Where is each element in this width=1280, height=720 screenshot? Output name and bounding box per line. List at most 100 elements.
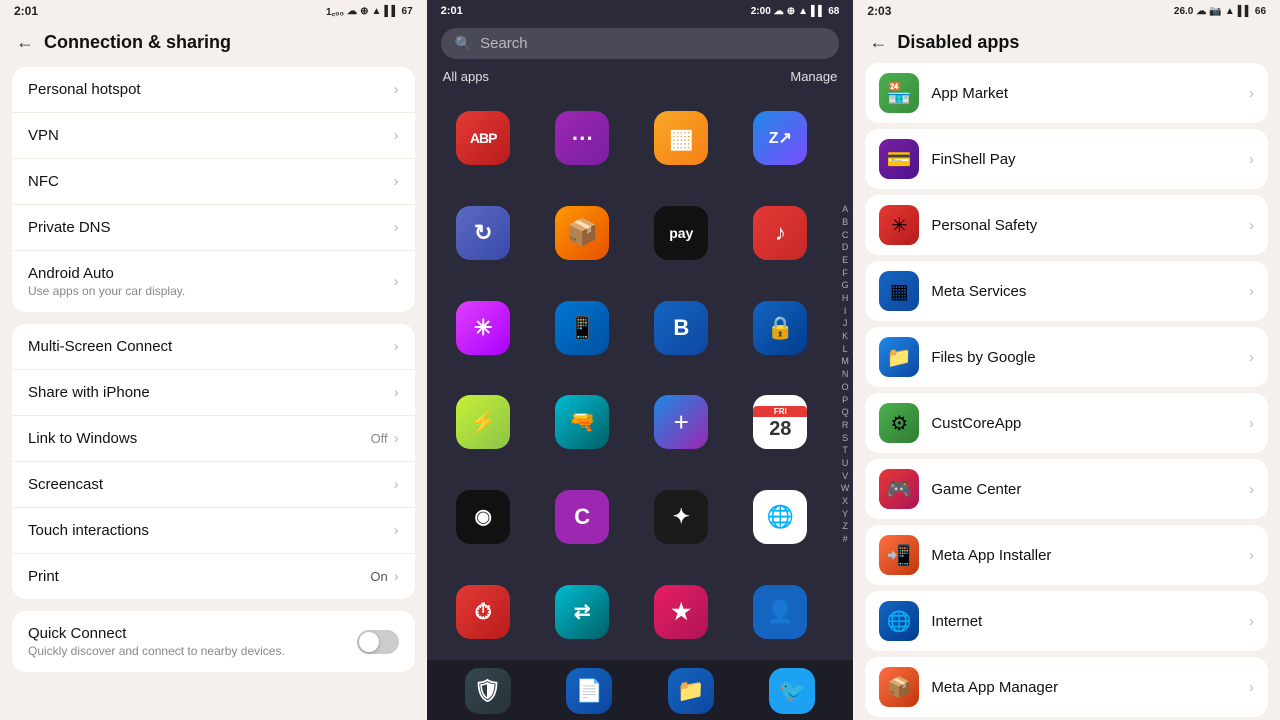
chevron-icon: › — [1249, 217, 1254, 234]
list-item[interactable]: 👤 — [734, 567, 827, 656]
setting-link-to-windows[interactable]: Link to Windows Off › — [12, 416, 415, 462]
alpha-index-sidebar[interactable]: A B C D E F G H I J K L M N O P Q R S T … — [837, 90, 854, 660]
status-icons-1: 1꜀₀₀ ☁ ⊕ ▲ ▌▌ 67 — [326, 4, 413, 18]
app-icon-pay: pay — [654, 206, 708, 260]
setting-share-iphone[interactable]: Share with iPhone › — [12, 370, 415, 416]
disabled-apps-list: 🏪 App Market › 💳 FinShell Pay › ✳ Person… — [853, 63, 1280, 720]
app-icon-internet: 🌐 — [879, 601, 919, 641]
app-icon-files: ⇄ — [555, 585, 609, 639]
chevron-icon: › — [1249, 547, 1254, 564]
chevron-icon: › — [1249, 679, 1254, 696]
disabled-app-files[interactable]: 📁 Files by Google › — [865, 327, 1268, 387]
setting-private-dns[interactable]: Private DNS › — [12, 205, 415, 251]
chevron-icon: › — [394, 219, 399, 236]
list-item[interactable]: ⇄ — [536, 567, 629, 656]
app-icon-chatgpt: ✦ — [654, 490, 708, 544]
disabled-apps-panel: 2:03 26.0 ☁ 📷 ▲ ▌▌ 66 ← Disabled apps 🏪 … — [853, 0, 1280, 720]
list-item[interactable]: ↻ — [437, 189, 530, 278]
app-icon-canva: C — [555, 490, 609, 544]
time-2: 2:01 — [441, 5, 463, 17]
list-item[interactable]: ⏱ — [437, 567, 530, 656]
list-item[interactable]: ABP — [437, 94, 530, 183]
disabled-app-appmarket[interactable]: 🏪 App Market › — [865, 63, 1268, 123]
list-item[interactable]: B — [635, 283, 728, 372]
all-apps-panel: 2:01 2:00 ☁ ⊕ ▲ ▌▌ 68 🔍 Search All apps … — [427, 0, 854, 720]
chevron-icon: › — [394, 81, 399, 98]
setting-quick-connect[interactable]: Quick Connect Quickly discover and conne… — [12, 611, 415, 672]
list-item[interactable]: ⚡ — [437, 378, 530, 467]
list-item[interactable]: 📁 — [668, 668, 714, 714]
chevron-icon: › — [1249, 151, 1254, 168]
list-item[interactable]: ◉ — [437, 473, 530, 562]
list-item[interactable]: C — [536, 473, 629, 562]
manage-button[interactable]: Manage — [790, 69, 837, 84]
chevron-icon: › — [1249, 283, 1254, 300]
list-item[interactable]: 🔒 — [734, 283, 827, 372]
setting-android-auto[interactable]: Android Auto Use apps on your car displa… — [12, 251, 415, 312]
list-item[interactable]: 📱 — [536, 283, 629, 372]
app-icon-appmarket: 🏪 — [879, 73, 919, 113]
app-icon-music: ♪ — [753, 206, 807, 260]
list-item[interactable]: 🌐 — [734, 473, 827, 562]
disabled-app-meta-services[interactable]: ▦ Meta Services › — [865, 261, 1268, 321]
quick-connect-toggle[interactable] — [357, 630, 399, 654]
app-icon-metainstaller: 📲 — [879, 535, 919, 575]
apps-grid-container: ABP ⋯ ▦ Z↗ ↻ 📦 pay ♪ — [427, 90, 854, 660]
setting-multiscreen[interactable]: Multi-Screen Connect › — [12, 324, 415, 370]
setting-vpn[interactable]: VPN › — [12, 113, 415, 159]
app-icon-camera: ◉ — [456, 490, 510, 544]
list-item[interactable]: 🐦 — [769, 668, 815, 714]
disabled-app-gamecenter[interactable]: 🎮 Game Center › — [865, 459, 1268, 519]
disabled-app-custcore[interactable]: ⚙ CustCoreApp › — [865, 393, 1268, 453]
back-button-3[interactable]: ← — [869, 32, 887, 53]
list-item[interactable]: 📄 — [566, 668, 612, 714]
app-icon-amazon: 📦 — [555, 206, 609, 260]
app-icon-timer: ⏱ — [456, 585, 510, 639]
time-1: 2:01 — [14, 4, 38, 18]
list-item[interactable]: FRI 28 — [734, 378, 827, 467]
chevron-icon: › — [394, 384, 399, 401]
setting-touch-interactions[interactable]: Touch interactions › — [12, 508, 415, 554]
list-item[interactable]: ★ — [635, 567, 728, 656]
status-bar-1: 2:01 1꜀₀₀ ☁ ⊕ ▲ ▌▌ 67 — [0, 0, 427, 22]
disabled-app-metainstaller[interactable]: 📲 Meta App Installer › — [865, 525, 1268, 585]
disabled-app-internet[interactable]: 🌐 Internet › — [865, 591, 1268, 651]
disabled-app-metamanager[interactable]: 📦 Meta App Manager › — [865, 657, 1268, 717]
list-item[interactable]: ⋯ — [536, 94, 629, 183]
setting-personal-hotspot[interactable]: Personal hotspot › — [12, 67, 415, 113]
list-item[interactable]: ✦ — [635, 473, 728, 562]
chevron-icon: › — [394, 338, 399, 355]
chevron-icon: › — [1249, 85, 1254, 102]
list-item[interactable]: ♪ — [734, 189, 827, 278]
list-item[interactable]: ✳ — [437, 283, 530, 372]
disabled-app-safety[interactable]: ✳ Personal Safety › — [865, 195, 1268, 255]
list-item[interactable]: pay — [635, 189, 728, 278]
app-icon-gun: 🔫 — [555, 395, 609, 449]
list-item[interactable]: + — [635, 378, 728, 467]
search-placeholder: Search — [480, 35, 528, 52]
print-status: On — [370, 569, 387, 584]
chevron-icon: › — [394, 476, 399, 493]
app-icon-ygrid: ▦ — [654, 111, 708, 165]
connection-sharing-panel: 2:01 1꜀₀₀ ☁ ⊕ ▲ ▌▌ 67 ← Connection & sha… — [0, 0, 427, 720]
list-item[interactable]: ▦ — [635, 94, 728, 183]
setting-nfc[interactable]: NFC › — [12, 159, 415, 205]
list-item[interactable]: Z↗ — [734, 94, 827, 183]
app-icon-user: 👤 — [753, 585, 807, 639]
app-icon-metamanager: 📦 — [879, 667, 919, 707]
disabled-app-finshell[interactable]: 💳 FinShell Pay › — [865, 129, 1268, 189]
list-item[interactable]: 🛡 — [465, 668, 511, 714]
setting-screencast[interactable]: Screencast › — [12, 462, 415, 508]
list-item[interactable]: 🔫 — [536, 378, 629, 467]
setting-print[interactable]: Print On › — [12, 554, 415, 599]
settings-group-2: Multi-Screen Connect › Share with iPhone… — [12, 324, 415, 599]
app-icon-docs: 📄 — [566, 668, 612, 714]
app-icon-twitter: 🐦 — [769, 668, 815, 714]
search-bar[interactable]: 🔍 Search — [441, 28, 840, 59]
chevron-icon: › — [1249, 349, 1254, 366]
list-item[interactable]: 📦 — [536, 189, 629, 278]
back-button-1[interactable]: ← — [16, 32, 34, 53]
app-icon-translate: Z↗ — [753, 111, 807, 165]
chevron-icon: › — [394, 173, 399, 190]
app-icon-folder: 📁 — [668, 668, 714, 714]
